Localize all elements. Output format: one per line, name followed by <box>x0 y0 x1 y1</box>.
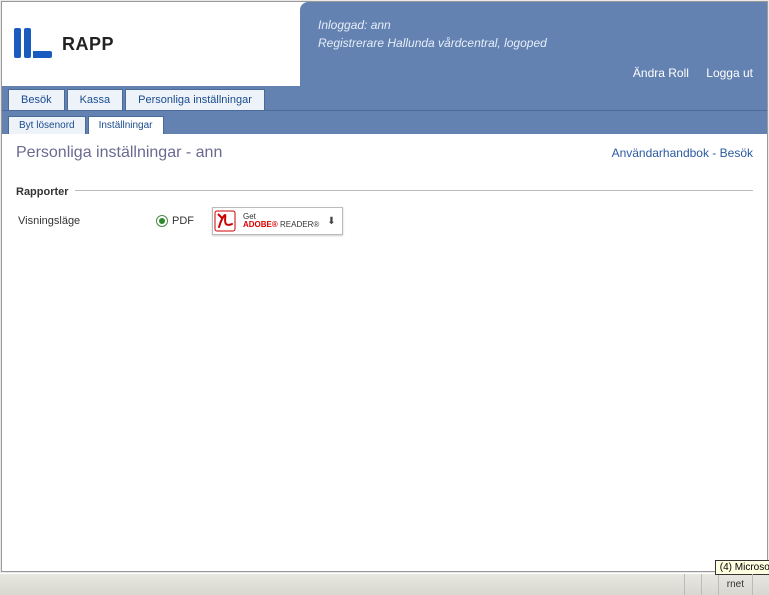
page-title: Personliga inställningar - ann <box>16 144 222 162</box>
view-mode-label: Visningsläge <box>18 215 138 227</box>
reports-legend: Rapporter <box>16 186 75 198</box>
taskbar-cell-2[interactable] <box>701 574 718 595</box>
taskbar: (4) Microsoft Word rnet <box>0 573 769 595</box>
logo-block: RAPP <box>2 2 300 86</box>
logo-icon <box>12 26 54 62</box>
taskbar-cell-4[interactable] <box>752 574 769 595</box>
app-frame: RAPP Inloggad: ann Registrerare Hallunda… <box>1 1 768 572</box>
primary-nav: Besök Kassa Personliga inställningar <box>2 86 767 110</box>
get-adobe-reader-button[interactable]: Get ADOBE® READER® ⬇ <box>212 207 343 235</box>
session-links: Ändra Roll Logga ut <box>619 66 753 80</box>
download-arrow-icon: ⬇ <box>327 216 335 227</box>
taskbar-cell-1[interactable] <box>684 574 701 595</box>
app-name: RAPP <box>62 34 114 55</box>
adobe-text: Get ADOBE® READER® <box>243 213 319 229</box>
tab-personliga[interactable]: Personliga inställningar <box>125 89 265 110</box>
role-line: Registrerare Hallunda vårdcentral, logop… <box>318 34 749 52</box>
header: RAPP Inloggad: ann Registrerare Hallunda… <box>2 2 767 86</box>
pdf-radio-label: PDF <box>172 215 194 227</box>
logout-link[interactable]: Logga ut <box>706 66 753 80</box>
taskbar-cell-3[interactable]: (4) Microsoft Word rnet <box>718 574 752 595</box>
content: Personliga inställningar - ann Användarh… <box>2 134 767 571</box>
taskbar-status-text: rnet <box>727 579 744 590</box>
subtab-installningar[interactable]: Inställningar <box>88 116 164 134</box>
change-role-link[interactable]: Ändra Roll <box>633 66 689 80</box>
taskbar-tooltip: (4) Microsoft Word <box>715 560 769 575</box>
view-mode-row: Visningsläge PDF Get ADOBE® READER® ⬇ <box>16 207 753 235</box>
pdf-radio[interactable]: PDF <box>156 215 194 227</box>
divider <box>16 190 753 191</box>
tab-besok[interactable]: Besök <box>8 89 65 110</box>
secondary-nav: Byt lösenord Inställningar <box>2 110 767 134</box>
page-head: Personliga inställningar - ann Användarh… <box>16 144 753 162</box>
tab-kassa[interactable]: Kassa <box>67 89 124 110</box>
session-panel: Inloggad: ann Registrerare Hallunda vård… <box>300 2 767 86</box>
subtab-byt-losenord[interactable]: Byt lösenord <box>8 116 86 134</box>
radio-icon <box>156 215 168 227</box>
help-link[interactable]: Användarhandbok - Besök <box>612 146 753 160</box>
session-info: Inloggad: ann Registrerare Hallunda vård… <box>318 16 749 52</box>
logged-in-label: Inloggad: ann <box>318 16 749 34</box>
adobe-pdf-icon <box>213 209 237 233</box>
